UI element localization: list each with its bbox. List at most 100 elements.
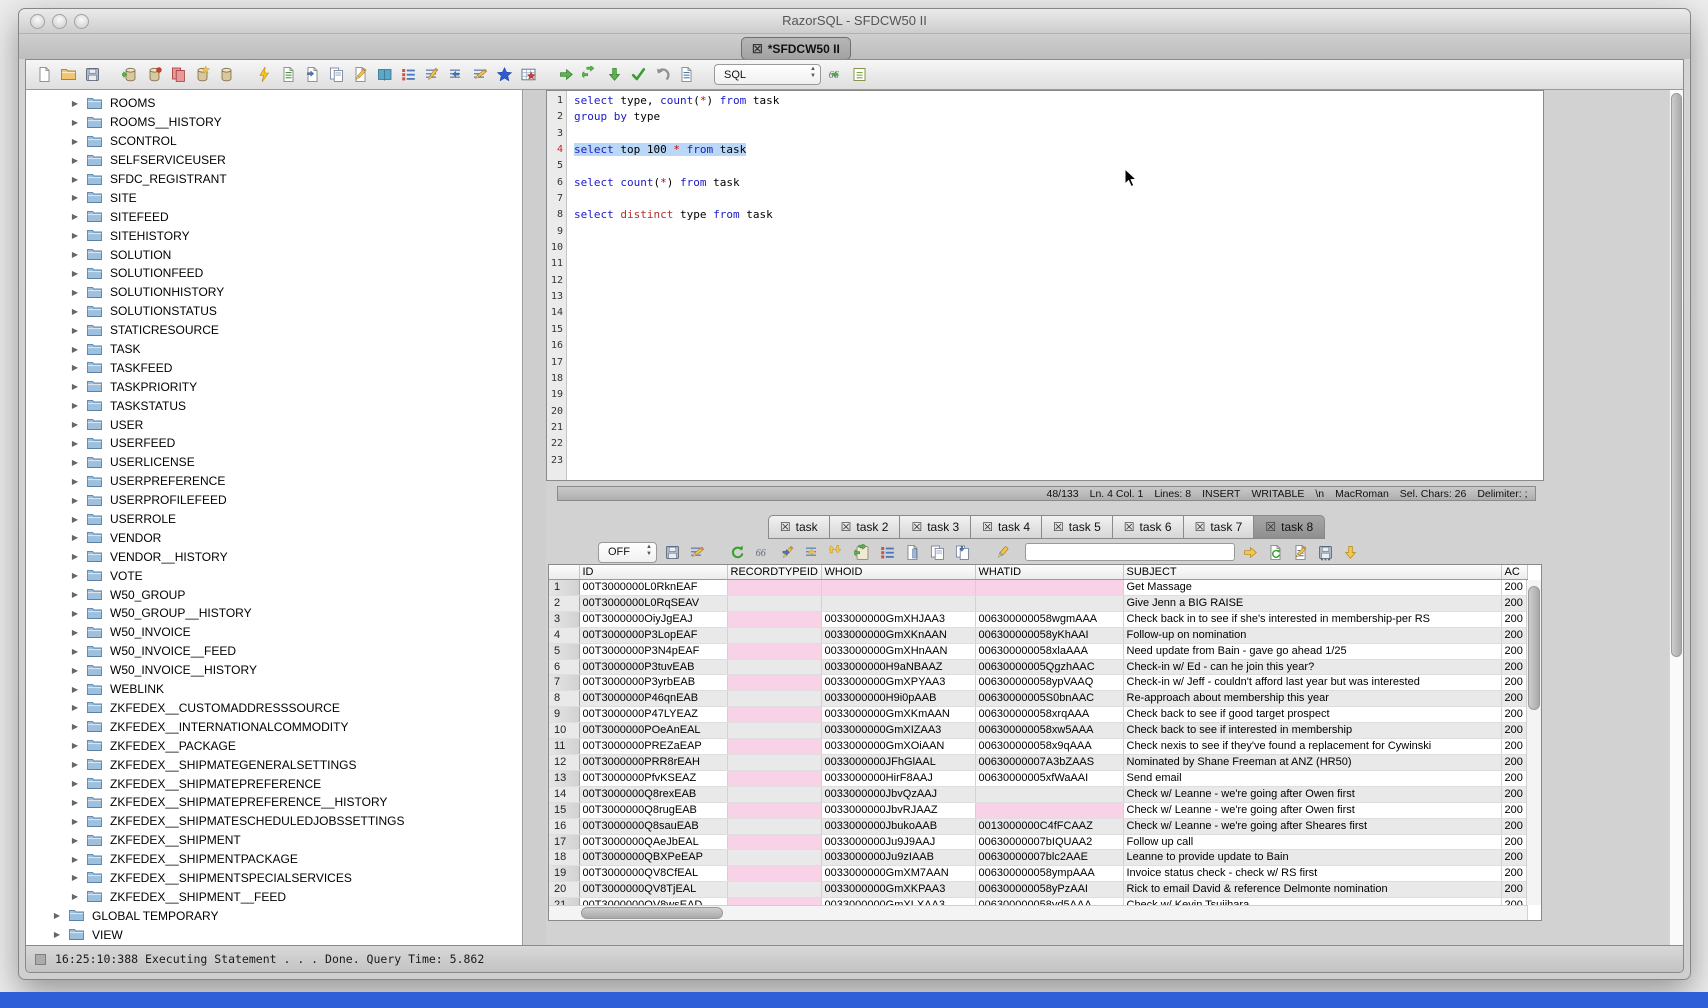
close-tab-icon[interactable]: ☒ (1195, 521, 1206, 533)
table-cell[interactable]: 0033000000HirF8AAJ (821, 770, 975, 786)
sql-mode-select[interactable]: SQL▲▼ (714, 64, 821, 85)
row-number-cell[interactable]: 8 (549, 691, 579, 707)
sidebar-item-w50-group[interactable]: ▶W50_GROUP (26, 585, 522, 604)
disclosure-triangle-icon[interactable]: ▶ (70, 496, 80, 505)
sidebar-item-staticresource[interactable]: ▶STATICRESOURCE (26, 321, 522, 340)
sidebar-item-view[interactable]: ▶VIEW (26, 925, 522, 944)
table-cell[interactable] (727, 739, 821, 755)
disclosure-triangle-icon[interactable]: ▶ (70, 817, 80, 826)
sidebar-item-selfserviceuser[interactable]: ▶SELFSERVICEUSER (26, 151, 522, 170)
table-cell[interactable]: Check-in w/ Ed - can he join this year? (1123, 659, 1501, 675)
table-cell[interactable]: Follow-up on nomination (1123, 627, 1501, 643)
sidebar-item-w50-invoice-feed[interactable]: ▶W50_INVOICE__FEED (26, 642, 522, 661)
row-number-cell[interactable]: 2 (549, 595, 579, 611)
table-cell[interactable] (727, 707, 821, 723)
table-cell[interactable]: 00630000007A3bZAAS (975, 754, 1123, 770)
disclosure-triangle-icon[interactable]: ▶ (70, 231, 80, 240)
row-limit-select[interactable]: OFF▲▼ (598, 542, 657, 563)
sidebar-item-vendor-history[interactable]: ▶VENDOR__HISTORY (26, 547, 522, 566)
disclosure-triangle-icon[interactable]: ▶ (70, 590, 80, 599)
edit-record-icon[interactable] (777, 542, 797, 562)
table-cell[interactable]: 0033000000Ju9J9AAJ (821, 834, 975, 850)
table-cell[interactable] (975, 786, 1123, 802)
titlebar[interactable]: RazorSQL - SFDCW50 II (19, 9, 1690, 34)
slant-pencil-icon[interactable] (470, 65, 490, 85)
result-tab-task[interactable]: ☒task (768, 515, 830, 539)
row-number-cell[interactable]: 9 (549, 707, 579, 723)
disclosure-triangle-icon[interactable]: ▶ (70, 666, 80, 675)
disclosure-triangle-icon[interactable]: ▶ (70, 760, 80, 769)
transpose-rows-icon[interactable] (952, 542, 972, 562)
sidebar-item-userrole[interactable]: ▶USERROLE (26, 510, 522, 529)
table-cell[interactable] (727, 850, 821, 866)
save-results-icon[interactable] (662, 542, 682, 562)
table-cell[interactable]: Get Massage (1123, 580, 1501, 596)
insert-record-icon[interactable] (802, 542, 822, 562)
sidebar-item-sfdc-registrant[interactable]: ▶SFDC_REGISTRANT (26, 170, 522, 189)
disclosure-triangle-icon[interactable]: ▶ (70, 609, 80, 618)
indent-arrows-icon[interactable] (446, 65, 466, 85)
disclosure-triangle-icon[interactable]: ▶ (70, 118, 80, 127)
row-number-cell[interactable]: 15 (549, 802, 579, 818)
table-cell[interactable]: 0033000000GmXHnAAN (821, 643, 975, 659)
table-cell[interactable]: Check w/ Leanne - we're going after Owen… (1123, 802, 1501, 818)
table-cell[interactable]: 0033000000GmXHJAA3 (821, 611, 975, 627)
sidebar-item-zkfedex-shipment-feed[interactable]: ▶ZKFEDEX__SHIPMENT__FEED (26, 887, 522, 906)
sidebar-item-zkfedex-shipmategeneralsettings[interactable]: ▶ZKFEDEX__SHIPMATEGENERALSETTINGS (26, 755, 522, 774)
table-cell[interactable] (727, 675, 821, 691)
page-layout-icon[interactable] (902, 542, 922, 562)
table-cell[interactable]: 0033000000JbukoAAB (821, 818, 975, 834)
sidebar-item-vendor[interactable]: ▶VENDOR (26, 528, 522, 547)
close-tab-icon[interactable]: ☒ (841, 521, 852, 533)
row-number-cell[interactable]: 17 (549, 834, 579, 850)
row-number-cell[interactable]: 10 (549, 723, 579, 739)
table-cell[interactable]: 0033000000Ju9zIAAB (821, 850, 975, 866)
table-cell[interactable]: 0013000000C4fFCAAZ (975, 818, 1123, 834)
sidebar-item-w50-group-history[interactable]: ▶W50_GROUP__HISTORY (26, 604, 522, 623)
sidebar-item-site[interactable]: ▶SITE (26, 188, 522, 207)
disclosure-triangle-icon[interactable]: ▶ (70, 533, 80, 542)
table-cell[interactable]: Check w/ Leanne - we're going after Shea… (1123, 818, 1501, 834)
table-cell[interactable]: 200 (1501, 850, 1527, 866)
disclosure-triangle-icon[interactable]: ▶ (70, 288, 80, 297)
result-tab-task-2[interactable]: ☒task 2 (829, 515, 901, 539)
list-blue-icon[interactable] (398, 65, 418, 85)
disclosure-triangle-icon[interactable]: ▶ (70, 741, 80, 750)
table-cell[interactable]: Check w/ Leanne - we're going after Owen… (1123, 786, 1501, 802)
tree-scrollbar[interactable] (1669, 90, 1683, 945)
disclosure-triangle-icon[interactable]: ▶ (70, 515, 80, 524)
results-hscroll-thumb[interactable] (581, 907, 723, 919)
table-cell[interactable]: 0033000000JFhGlAAL (821, 754, 975, 770)
filter-results-icon[interactable] (687, 542, 707, 562)
table-cell[interactable]: Send email (1123, 770, 1501, 786)
table-cell[interactable]: Nominated by Shane Freeman at ANZ (HR50) (1123, 754, 1501, 770)
disclosure-triangle-icon[interactable]: ▶ (70, 458, 80, 467)
result-tab-task-4[interactable]: ☒task 4 (970, 515, 1042, 539)
disclosure-triangle-icon[interactable]: ▶ (70, 836, 80, 845)
table-cell[interactable]: 200 (1501, 707, 1527, 723)
sidebar-item-weblink[interactable]: ▶WEBLINK (26, 680, 522, 699)
table-cell[interactable]: 200 (1501, 802, 1527, 818)
table-cell[interactable] (727, 691, 821, 707)
table-cell[interactable]: Need update from Bain - gave go ahead 1/… (1123, 643, 1501, 659)
disclosure-triangle-icon[interactable]: ▶ (70, 193, 80, 202)
result-tab-task-8[interactable]: ☒task 8 (1253, 515, 1325, 539)
table-cell[interactable]: 200 (1501, 786, 1527, 802)
disclosure-triangle-icon[interactable]: ▶ (70, 250, 80, 259)
disclosure-triangle-icon[interactable]: ▶ (70, 798, 80, 807)
table-cell[interactable]: 200 (1501, 723, 1527, 739)
table-cell[interactable]: 00T3000000QBXPeEAP (579, 850, 727, 866)
disclosure-triangle-icon[interactable]: ▶ (70, 439, 80, 448)
row-number-cell[interactable]: 11 (549, 739, 579, 755)
row-number-cell[interactable]: 4 (549, 627, 579, 643)
close-tab-icon[interactable]: ☒ (982, 521, 993, 533)
close-tab-icon[interactable]: ☒ (1053, 521, 1064, 533)
row-number-cell[interactable]: 12 (549, 754, 579, 770)
sidebar-item-userpreference[interactable]: ▶USERPREFERENCE (26, 472, 522, 491)
edit-connection-icon[interactable] (192, 65, 212, 85)
results-vscroll-thumb[interactable] (1528, 586, 1540, 710)
table-cell[interactable]: 006300000058yPzAAI (975, 882, 1123, 898)
table-cell[interactable]: Invoice status check - check w/ RS first (1123, 866, 1501, 882)
history-page-icon[interactable] (676, 65, 696, 85)
row-number-cell[interactable]: 7 (549, 675, 579, 691)
